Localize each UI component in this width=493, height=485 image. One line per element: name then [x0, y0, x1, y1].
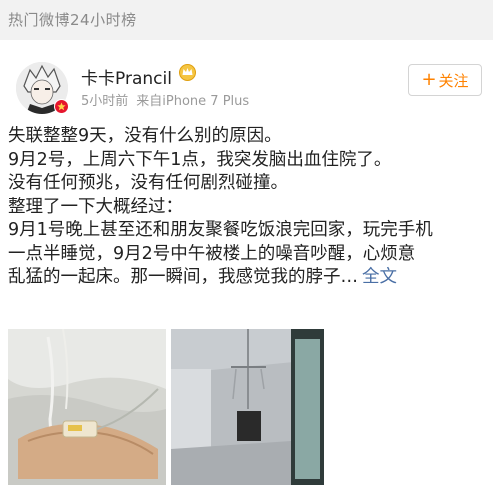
post-line: 9月1号晚上甚至还和朋友聚餐吃饭浪完回家，玩完手机 [8, 220, 433, 240]
post-line: 一点半睡觉，9月2号中午被楼上的噪音吵醒，心烦意 [8, 243, 416, 264]
post-meta: 5小时前 来自iPhone 7 Plus [81, 90, 249, 109]
post-line-text: 乱猛的一起床。那一瞬间，我感觉我的脖子… [8, 267, 358, 287]
vip-crown-icon[interactable] [178, 64, 197, 81]
follow-label: 关注 [438, 71, 469, 90]
post-text: 失联整整9天，没有什么别的原因。 9月2号，上周六下午1点，我突发脑出血住院了。… [8, 125, 486, 290]
page-title: 热门微博24小时榜 [8, 11, 137, 29]
post-time: 5小时前 [81, 94, 129, 109]
post-source[interactable]: 来自iPhone 7 Plus [136, 94, 249, 109]
top-bar: 热门微博24小时榜 [0, 0, 493, 40]
post-image-iv-drip[interactable] [171, 329, 324, 485]
post-line: 整理了一下大概经过： [8, 196, 183, 217]
full-text-link[interactable]: 全文 [362, 267, 397, 287]
plus-icon: + [421, 69, 437, 90]
post-image-hospital-bed[interactable] [8, 329, 166, 485]
verified-badge-icon [54, 99, 69, 114]
post-line: 失联整整9天，没有什么别的原因。 [8, 126, 282, 146]
post-line-last: 乱猛的一起床。那一瞬间，我感觉我的脖子… 全文 [8, 266, 486, 290]
username[interactable]: 卡卡Prancil [81, 64, 172, 89]
avatar[interactable] [16, 62, 69, 114]
post-line: 没有任何预兆，没有任何剧烈碰撞。 [8, 173, 288, 193]
post-line: 9月2号，上周六下午1点，我突发脑出血住院了。 [8, 149, 392, 170]
follow-button[interactable]: + 关注 [408, 64, 482, 96]
